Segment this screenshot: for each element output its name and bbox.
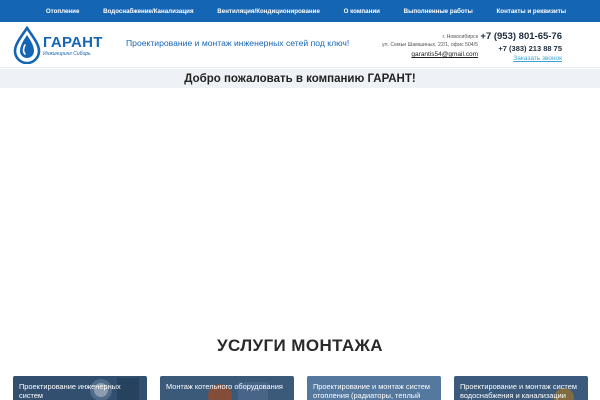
request-call-link[interactable]: Заказать звонок — [480, 55, 562, 62]
service-card-heating[interactable]: Проектирование и монтаж систем отопления… — [307, 376, 441, 400]
service-card-title: Монтаж котельного оборудования — [166, 382, 283, 391]
nav-item-ventilation[interactable]: Вентиляция/Кондиционирование — [217, 8, 320, 15]
header-tagline: Проектирование и монтаж инженерных сетей… — [126, 38, 350, 48]
nav-item-projects[interactable]: Выполненные работы — [404, 8, 473, 15]
services-cards: Проектирование инженерных систем Монтаж … — [13, 376, 588, 400]
nav-item-about[interactable]: О компании — [344, 8, 380, 15]
welcome-banner: Добро пожаловать в компанию ГАРАНТ! — [0, 69, 600, 88]
nav-item-heating[interactable]: Отопление — [46, 8, 80, 15]
welcome-text: Добро пожаловать в компанию ГАРАНТ! — [184, 73, 416, 85]
phone-primary[interactable]: +7 (953) 801-65-76 — [480, 31, 562, 42]
service-card-title: Проектирование и монтаж систем водоснабж… — [460, 382, 577, 400]
service-card-design[interactable]: Проектирование инженерных систем — [13, 376, 147, 400]
logo-subtitle: Инжиниринг Сибирь — [43, 51, 91, 57]
top-nav: Отопление Водоснабжение/Канализация Вент… — [0, 0, 600, 22]
logo[interactable]: ГАРАНТ Инжиниринг Сибирь — [12, 26, 122, 64]
services-title: УСЛУГИ МОНТАЖА — [216, 336, 383, 355]
email-link[interactable]: garantis54@gmail.com — [382, 51, 478, 58]
address-city: г. Новосибирск — [442, 34, 478, 40]
service-card-water[interactable]: Проектирование и монтаж систем водоснабж… — [454, 376, 588, 400]
service-card-title: Проектирование и монтаж систем отопления… — [313, 382, 430, 400]
nav-item-contacts[interactable]: Контакты и реквизиты — [497, 8, 567, 15]
hero-area — [0, 88, 600, 324]
nav-item-water-sewage[interactable]: Водоснабжение/Канализация — [103, 8, 193, 15]
phones-block: +7 (953) 801-65-76 +7 (383) 213 88 75 За… — [480, 31, 562, 62]
service-card-title: Проектирование инженерных систем — [19, 382, 121, 400]
logo-name: ГАРАНТ — [43, 34, 103, 51]
page: Отопление Водоснабжение/Канализация Вент… — [0, 0, 600, 400]
phone-secondary[interactable]: +7 (383) 213 88 75 — [480, 44, 562, 53]
address-block: г. Новосибирск ул. Семьи Шамшиных, 22/1,… — [382, 33, 478, 58]
site-header: ГАРАНТ Инжиниринг Сибирь Проектирование … — [0, 22, 600, 68]
address-street: ул. Семьи Шамшиных, 22/1, офис 504/5 — [381, 42, 478, 48]
service-card-boiler[interactable]: Монтаж котельного оборудования — [160, 376, 294, 400]
water-drop-logo-icon — [13, 26, 41, 64]
